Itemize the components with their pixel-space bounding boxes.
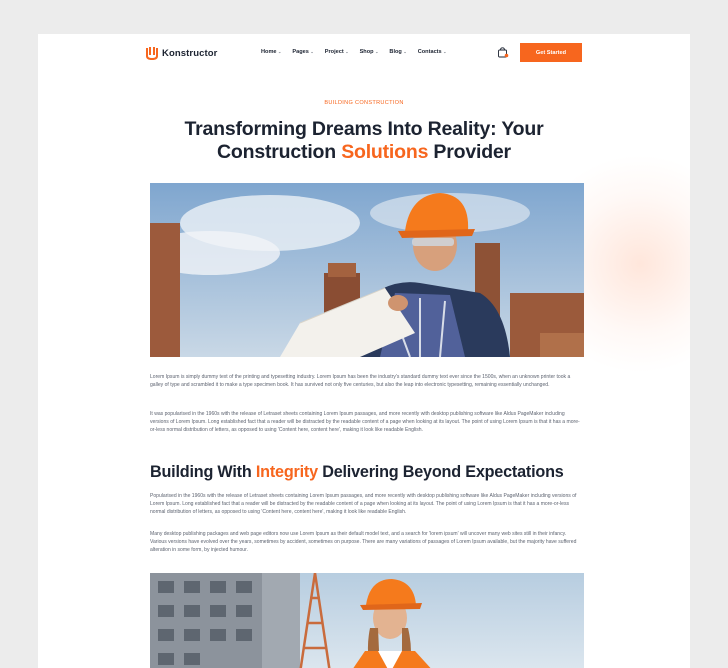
nav-item-label: Contacts bbox=[417, 49, 442, 55]
chevron-down-icon: ⌄ bbox=[310, 49, 314, 54]
heading-text: Building With bbox=[150, 463, 256, 481]
integrity-paragraph: Popularised in the 1960s with the releas… bbox=[150, 493, 577, 516]
nav-item-blog[interactable]: Blog ⌄ bbox=[389, 49, 406, 55]
nav-item-label: Pages bbox=[292, 49, 309, 55]
nav-item-project[interactable]: Project ⌄ bbox=[325, 49, 349, 55]
nav-item-contacts[interactable]: Contacts ⌄ bbox=[418, 49, 447, 55]
shopping-bag-icon[interactable] bbox=[497, 47, 509, 58]
nav-item-shop[interactable]: Shop ⌄ bbox=[360, 49, 379, 55]
chevron-down-icon: ⌄ bbox=[345, 49, 349, 54]
page-title: Transforming Dreams Into Reality: Your C… bbox=[134, 118, 594, 164]
nav-item-pages[interactable]: Pages ⌄ bbox=[292, 49, 313, 55]
site-header: Konstructor Home ⌄ Pages ⌄ Project ⌄ Shop ⌄ Blog… bbox=[38, 34, 690, 72]
nav-item-home[interactable]: Home ⌄ bbox=[261, 49, 281, 55]
intro-paragraph: Lorem Ipsum is simply dummy text of the … bbox=[150, 374, 571, 389]
logo-text: Konstructor bbox=[162, 47, 218, 59]
hero-image bbox=[150, 183, 584, 357]
chevron-down-icon: ⌄ bbox=[278, 49, 282, 54]
chevron-down-icon: ⌄ bbox=[443, 49, 447, 54]
heading-accent: Integrity bbox=[255, 463, 318, 481]
logo[interactable]: Konstructor bbox=[146, 46, 217, 60]
main-nav: Home ⌄ Pages ⌄ Project ⌄ Shop ⌄ Blog ⌄ Contacts ⌄ bbox=[261, 49, 458, 55]
nav-item-label: Home bbox=[261, 49, 277, 55]
title-accent: Solutions bbox=[341, 141, 429, 163]
title-text-end: Provider bbox=[428, 141, 511, 163]
chevron-down-icon: ⌄ bbox=[403, 49, 407, 54]
page: Konstructor Home ⌄ Pages ⌄ Project ⌄ Shop ⌄ Blog… bbox=[38, 34, 690, 668]
section-heading: Building With Integrity Delivering Beyon… bbox=[150, 463, 590, 482]
engineer-image bbox=[150, 573, 584, 668]
section-eyebrow: BUILDING CONSTRUCTION bbox=[324, 100, 404, 106]
chevron-down-icon: ⌄ bbox=[375, 49, 379, 54]
get-started-button[interactable]: Get Started bbox=[520, 43, 582, 62]
history-paragraph: It was popularised in the 1960s with the… bbox=[150, 411, 580, 434]
logo-icon bbox=[146, 47, 158, 60]
nav-item-label: Blog bbox=[389, 49, 402, 55]
heading-text-end: Delivering Beyond Expectations bbox=[317, 463, 564, 481]
nav-item-label: Shop bbox=[359, 49, 374, 55]
nav-item-label: Project bbox=[324, 49, 344, 55]
publishing-paragraph: Many desktop publishing packages and web… bbox=[150, 531, 577, 554]
